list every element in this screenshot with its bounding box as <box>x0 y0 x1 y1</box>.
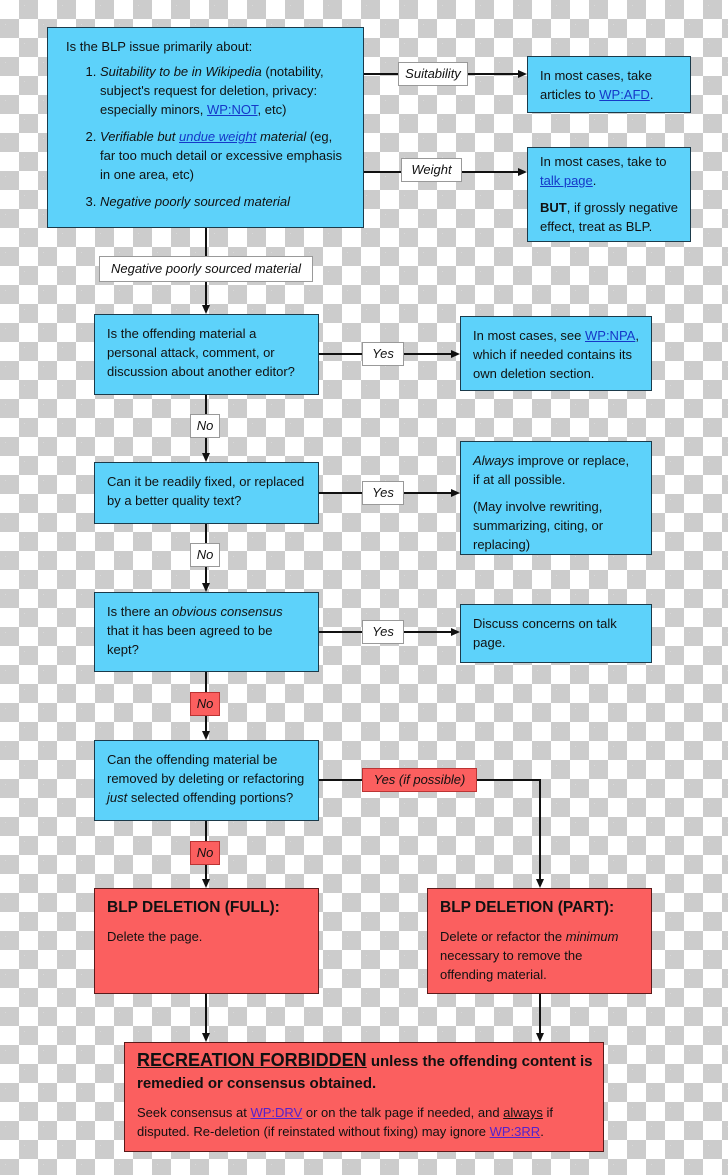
arrow-head <box>202 731 210 740</box>
label-yes-if-possible: Yes (if possible) <box>362 768 477 792</box>
question-readily-fixed: Can it be readily fixed, or replaced by … <box>94 462 319 524</box>
weight-result-box: In most cases, take to talk page. BUT, i… <box>527 147 691 242</box>
link-wp-drv[interactable]: WP:DRV <box>250 1105 302 1120</box>
label-no: No <box>190 414 220 438</box>
question-consensus: Is there an obvious consensus that it ha… <box>94 592 319 672</box>
answer-discuss: Discuss concerns on talk page. <box>460 604 652 663</box>
label-no: No <box>190 543 220 567</box>
link-wp-npa[interactable]: WP:NPA <box>585 328 635 343</box>
start-question-box: Is the BLP issue primarily about: Suitab… <box>47 27 364 228</box>
edge-part-final <box>539 994 541 1033</box>
label-yes: Yes <box>362 342 404 366</box>
arrow-head <box>202 1033 210 1042</box>
edge-full-final <box>205 994 207 1033</box>
label-no: No <box>190 841 220 865</box>
question-personal-attack: Is the offending material a personal att… <box>94 314 319 395</box>
label-weight: Weight <box>401 158 462 182</box>
arrow-head <box>202 453 210 462</box>
link-wp-afd[interactable]: WP:AFD <box>599 87 650 102</box>
label-suitability: Suitability <box>398 62 468 86</box>
blp-deletion-full-box: BLP DELETION (FULL): Delete the page. <box>94 888 319 994</box>
option-suitability: Suitability to be in Wikipedia (notabili… <box>100 62 345 119</box>
arrow-head <box>451 489 460 497</box>
link-wp-3rr[interactable]: WP:3RR <box>490 1124 541 1139</box>
label-negative: Negative poorly sourced material <box>99 256 313 282</box>
edge-yes-4-down <box>539 779 541 879</box>
arrow-head <box>536 879 544 888</box>
arrow-head <box>518 168 527 176</box>
arrow-head <box>202 879 210 888</box>
link-talk-page[interactable]: talk page <box>540 173 593 188</box>
answer-npa: In most cases, see WP:NPA, which if need… <box>460 316 652 391</box>
label-no: No <box>190 692 220 716</box>
arrow-head <box>518 70 527 78</box>
arrow-head <box>202 305 210 314</box>
start-intro: Is the BLP issue primarily about: <box>66 39 253 54</box>
arrow-head <box>451 350 460 358</box>
option-negative: Negative poorly sourced material <box>100 192 345 211</box>
label-yes: Yes <box>362 481 404 505</box>
link-undue-weight[interactable]: undue weight <box>179 129 256 144</box>
link-wp-not[interactable]: WP:NOT <box>207 102 258 117</box>
answer-improve: Always improve or replace, if at all pos… <box>460 441 652 555</box>
arrow-head <box>536 1033 544 1042</box>
blp-deletion-part-box: BLP DELETION (PART): Delete or refactor … <box>427 888 652 994</box>
option-weight: Verifiable but undue weight material (eg… <box>100 127 345 184</box>
question-partial-removal: Can the offending material be removed by… <box>94 740 319 821</box>
arrow-head <box>451 628 460 636</box>
recreation-forbidden-box: RECREATION FORBIDDEN unless the offendin… <box>124 1042 604 1152</box>
suitability-result-box: In most cases, take articles to WP:AFD. <box>527 56 691 113</box>
recreation-forbidden-title: RECREATION FORBIDDEN <box>137 1050 367 1070</box>
arrow-head <box>202 583 210 592</box>
label-yes: Yes <box>362 620 404 644</box>
